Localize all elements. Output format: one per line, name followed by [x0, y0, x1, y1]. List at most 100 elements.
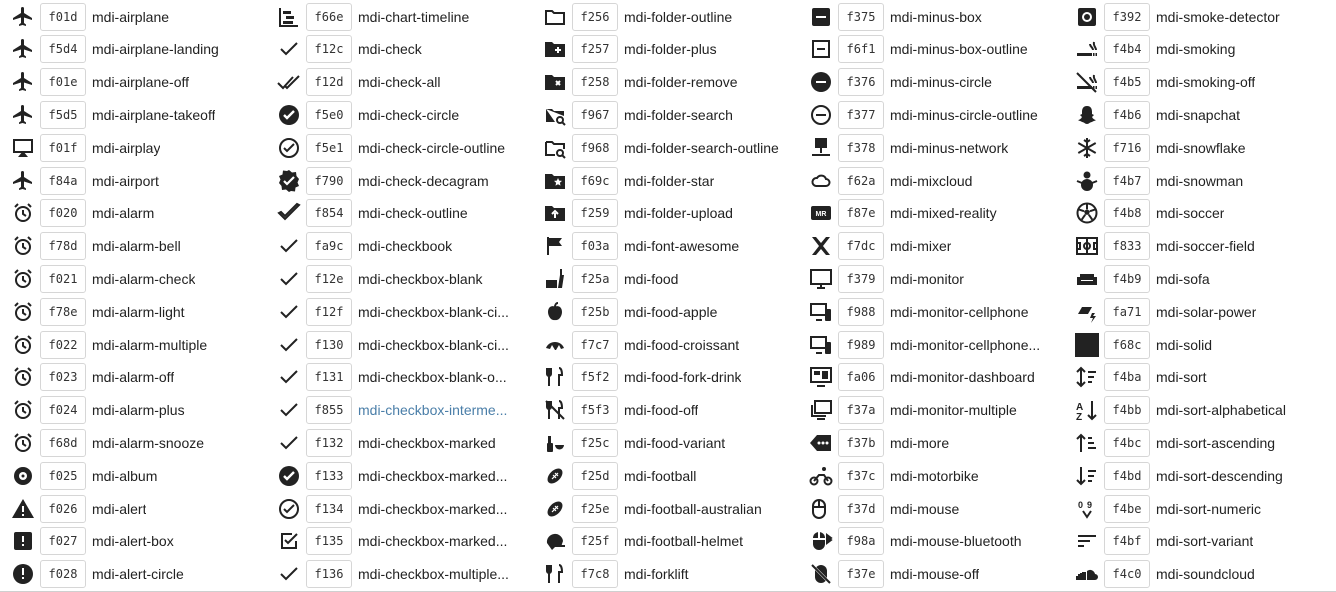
- icon-code-box[interactable]: f62a: [838, 166, 884, 195]
- icon-code-box[interactable]: f4be: [1104, 494, 1150, 523]
- icon-entry[interactable]: f4c0 mdi-soundcloud: [1074, 558, 1336, 591]
- icon-code-box[interactable]: f375: [838, 2, 884, 31]
- icon-code-box[interactable]: fa71: [1104, 297, 1150, 326]
- icon-entry[interactable]: f130 mdi-checkbox-blank-ci...: [276, 328, 542, 361]
- icon-code-box[interactable]: f25c: [572, 428, 618, 457]
- icon-code-box[interactable]: f133: [306, 461, 352, 490]
- icon-entry[interactable]: f5f2 mdi-food-fork-drink: [542, 361, 808, 394]
- icon-code-box[interactable]: f968: [572, 133, 618, 162]
- icon-name-label[interactable]: mdi-checkbox-interme...: [358, 402, 507, 418]
- icon-entry[interactable]: f257 mdi-folder-plus: [542, 33, 808, 66]
- icon-entry[interactable]: f5e0 mdi-check-circle: [276, 98, 542, 131]
- icon-entry[interactable]: f5f3 mdi-food-off: [542, 394, 808, 427]
- icon-entry[interactable]: f790 mdi-check-decagram: [276, 164, 542, 197]
- icon-code-box[interactable]: f25f: [572, 527, 618, 556]
- icon-entry[interactable]: f12f mdi-checkbox-blank-ci...: [276, 295, 542, 328]
- icon-code-box[interactable]: f12e: [306, 264, 352, 293]
- icon-code-box[interactable]: f68d: [40, 428, 86, 457]
- icon-code-box[interactable]: f5d4: [40, 35, 86, 64]
- icon-entry[interactable]: f5e1 mdi-check-circle-outline: [276, 131, 542, 164]
- icon-entry[interactable]: f392 mdi-smoke-detector: [1074, 0, 1336, 33]
- icon-entry[interactable]: f7dc mdi-mixer: [808, 230, 1074, 263]
- icon-code-box[interactable]: f7dc: [838, 232, 884, 261]
- icon-entry[interactable]: f376 mdi-minus-circle: [808, 66, 1074, 99]
- icon-code-box[interactable]: f967: [572, 100, 618, 129]
- icon-entry[interactable]: f25a mdi-food: [542, 262, 808, 295]
- icon-entry[interactable]: f4bc mdi-sort-ascending: [1074, 426, 1336, 459]
- icon-code-box[interactable]: f84a: [40, 166, 86, 195]
- icon-entry[interactable]: f68d mdi-alarm-snooze: [10, 426, 276, 459]
- icon-entry[interactable]: f021 mdi-alarm-check: [10, 262, 276, 295]
- icon-code-box[interactable]: f988: [838, 297, 884, 326]
- icon-code-box[interactable]: f258: [572, 68, 618, 97]
- icon-code-box[interactable]: f134: [306, 494, 352, 523]
- icon-code-box[interactable]: f4bc: [1104, 428, 1150, 457]
- icon-entry[interactable]: f256 mdi-folder-outline: [542, 0, 808, 33]
- icon-code-box[interactable]: f01d: [40, 2, 86, 31]
- icon-entry[interactable]: f4b5 mdi-smoking-off: [1074, 66, 1336, 99]
- icon-entry[interactable]: f4b9 mdi-sofa: [1074, 262, 1336, 295]
- icon-entry[interactable]: MR f87e mdi-mixed-reality: [808, 197, 1074, 230]
- icon-entry[interactable]: f967 mdi-folder-search: [542, 98, 808, 131]
- icon-code-box[interactable]: f5d5: [40, 100, 86, 129]
- icon-entry[interactable]: f7c8 mdi-forklift: [542, 558, 808, 591]
- icon-code-box[interactable]: f37e: [838, 560, 884, 589]
- icon-code-box[interactable]: f024: [40, 396, 86, 425]
- icon-entry[interactable]: fa06 mdi-monitor-dashboard: [808, 361, 1074, 394]
- icon-entry[interactable]: f37e mdi-mouse-off: [808, 558, 1074, 591]
- icon-entry[interactable]: f5d4 mdi-airplane-landing: [10, 33, 276, 66]
- icon-code-box[interactable]: f4b9: [1104, 264, 1150, 293]
- icon-code-box[interactable]: f4b7: [1104, 166, 1150, 195]
- icon-entry[interactable]: f5d5 mdi-airplane-takeoff: [10, 98, 276, 131]
- icon-entry[interactable]: f25c mdi-food-variant: [542, 426, 808, 459]
- icon-entry[interactable]: f024 mdi-alarm-plus: [10, 394, 276, 427]
- icon-code-box[interactable]: f78d: [40, 232, 86, 261]
- icon-code-box[interactable]: f66e: [306, 2, 352, 31]
- icon-code-box[interactable]: f256: [572, 2, 618, 31]
- icon-code-box[interactable]: f136: [306, 560, 352, 589]
- icon-code-box[interactable]: f12c: [306, 35, 352, 64]
- icon-code-box[interactable]: f854: [306, 199, 352, 228]
- icon-entry[interactable]: f378 mdi-minus-network: [808, 131, 1074, 164]
- icon-code-box[interactable]: f4ba: [1104, 363, 1150, 392]
- icon-entry[interactable]: f66e mdi-chart-timeline: [276, 0, 542, 33]
- icon-code-box[interactable]: f027: [40, 527, 86, 556]
- icon-code-box[interactable]: f6f1: [838, 35, 884, 64]
- icon-entry[interactable]: f833 mdi-soccer-field: [1074, 230, 1336, 263]
- icon-code-box[interactable]: f4b8: [1104, 199, 1150, 228]
- icon-entry[interactable]: f968 mdi-folder-search-outline: [542, 131, 808, 164]
- icon-entry[interactable]: f37c mdi-motorbike: [808, 459, 1074, 492]
- icon-entry[interactable]: f4bd mdi-sort-descending: [1074, 459, 1336, 492]
- icon-entry[interactable]: f022 mdi-alarm-multiple: [10, 328, 276, 361]
- icon-entry[interactable]: f37b mdi-more: [808, 426, 1074, 459]
- icon-code-box[interactable]: f4b5: [1104, 68, 1150, 97]
- icon-entry[interactable]: f98a mdi-mouse-bluetooth: [808, 525, 1074, 558]
- icon-code-box[interactable]: f4bb: [1104, 396, 1150, 425]
- icon-entry[interactable]: f7c7 mdi-food-croissant: [542, 328, 808, 361]
- icon-code-box[interactable]: f132: [306, 428, 352, 457]
- icon-entry[interactable]: f4b6 mdi-snapchat: [1074, 98, 1336, 131]
- icon-code-box[interactable]: f78e: [40, 297, 86, 326]
- icon-entry[interactable]: f026 mdi-alert: [10, 492, 276, 525]
- icon-code-box[interactable]: f135: [306, 527, 352, 556]
- icon-entry[interactable]: f028 mdi-alert-circle: [10, 558, 276, 591]
- icon-code-box[interactable]: f4bd: [1104, 461, 1150, 490]
- icon-code-box[interactable]: fa9c: [306, 232, 352, 261]
- icon-entry[interactable]: f027 mdi-alert-box: [10, 525, 276, 558]
- icon-code-box[interactable]: f7c7: [572, 330, 618, 359]
- icon-code-box[interactable]: f257: [572, 35, 618, 64]
- icon-code-box[interactable]: f379: [838, 264, 884, 293]
- icon-code-box[interactable]: f131: [306, 363, 352, 392]
- icon-entry[interactable]: f01e mdi-airplane-off: [10, 66, 276, 99]
- icon-entry[interactable]: f37d mdi-mouse: [808, 492, 1074, 525]
- icon-entry[interactable]: f25f mdi-football-helmet: [542, 525, 808, 558]
- icon-code-box[interactable]: f021: [40, 264, 86, 293]
- icon-entry[interactable]: f258 mdi-folder-remove: [542, 66, 808, 99]
- icon-code-box[interactable]: f025: [40, 461, 86, 490]
- icon-entry[interactable]: f12e mdi-checkbox-blank: [276, 262, 542, 295]
- icon-code-box[interactable]: f7c8: [572, 560, 618, 589]
- icon-entry[interactable]: f69c mdi-folder-star: [542, 164, 808, 197]
- icon-entry[interactable]: f03a mdi-font-awesome: [542, 230, 808, 263]
- icon-entry[interactable]: f134 mdi-checkbox-marked...: [276, 492, 542, 525]
- icon-entry[interactable]: f988 mdi-monitor-cellphone: [808, 295, 1074, 328]
